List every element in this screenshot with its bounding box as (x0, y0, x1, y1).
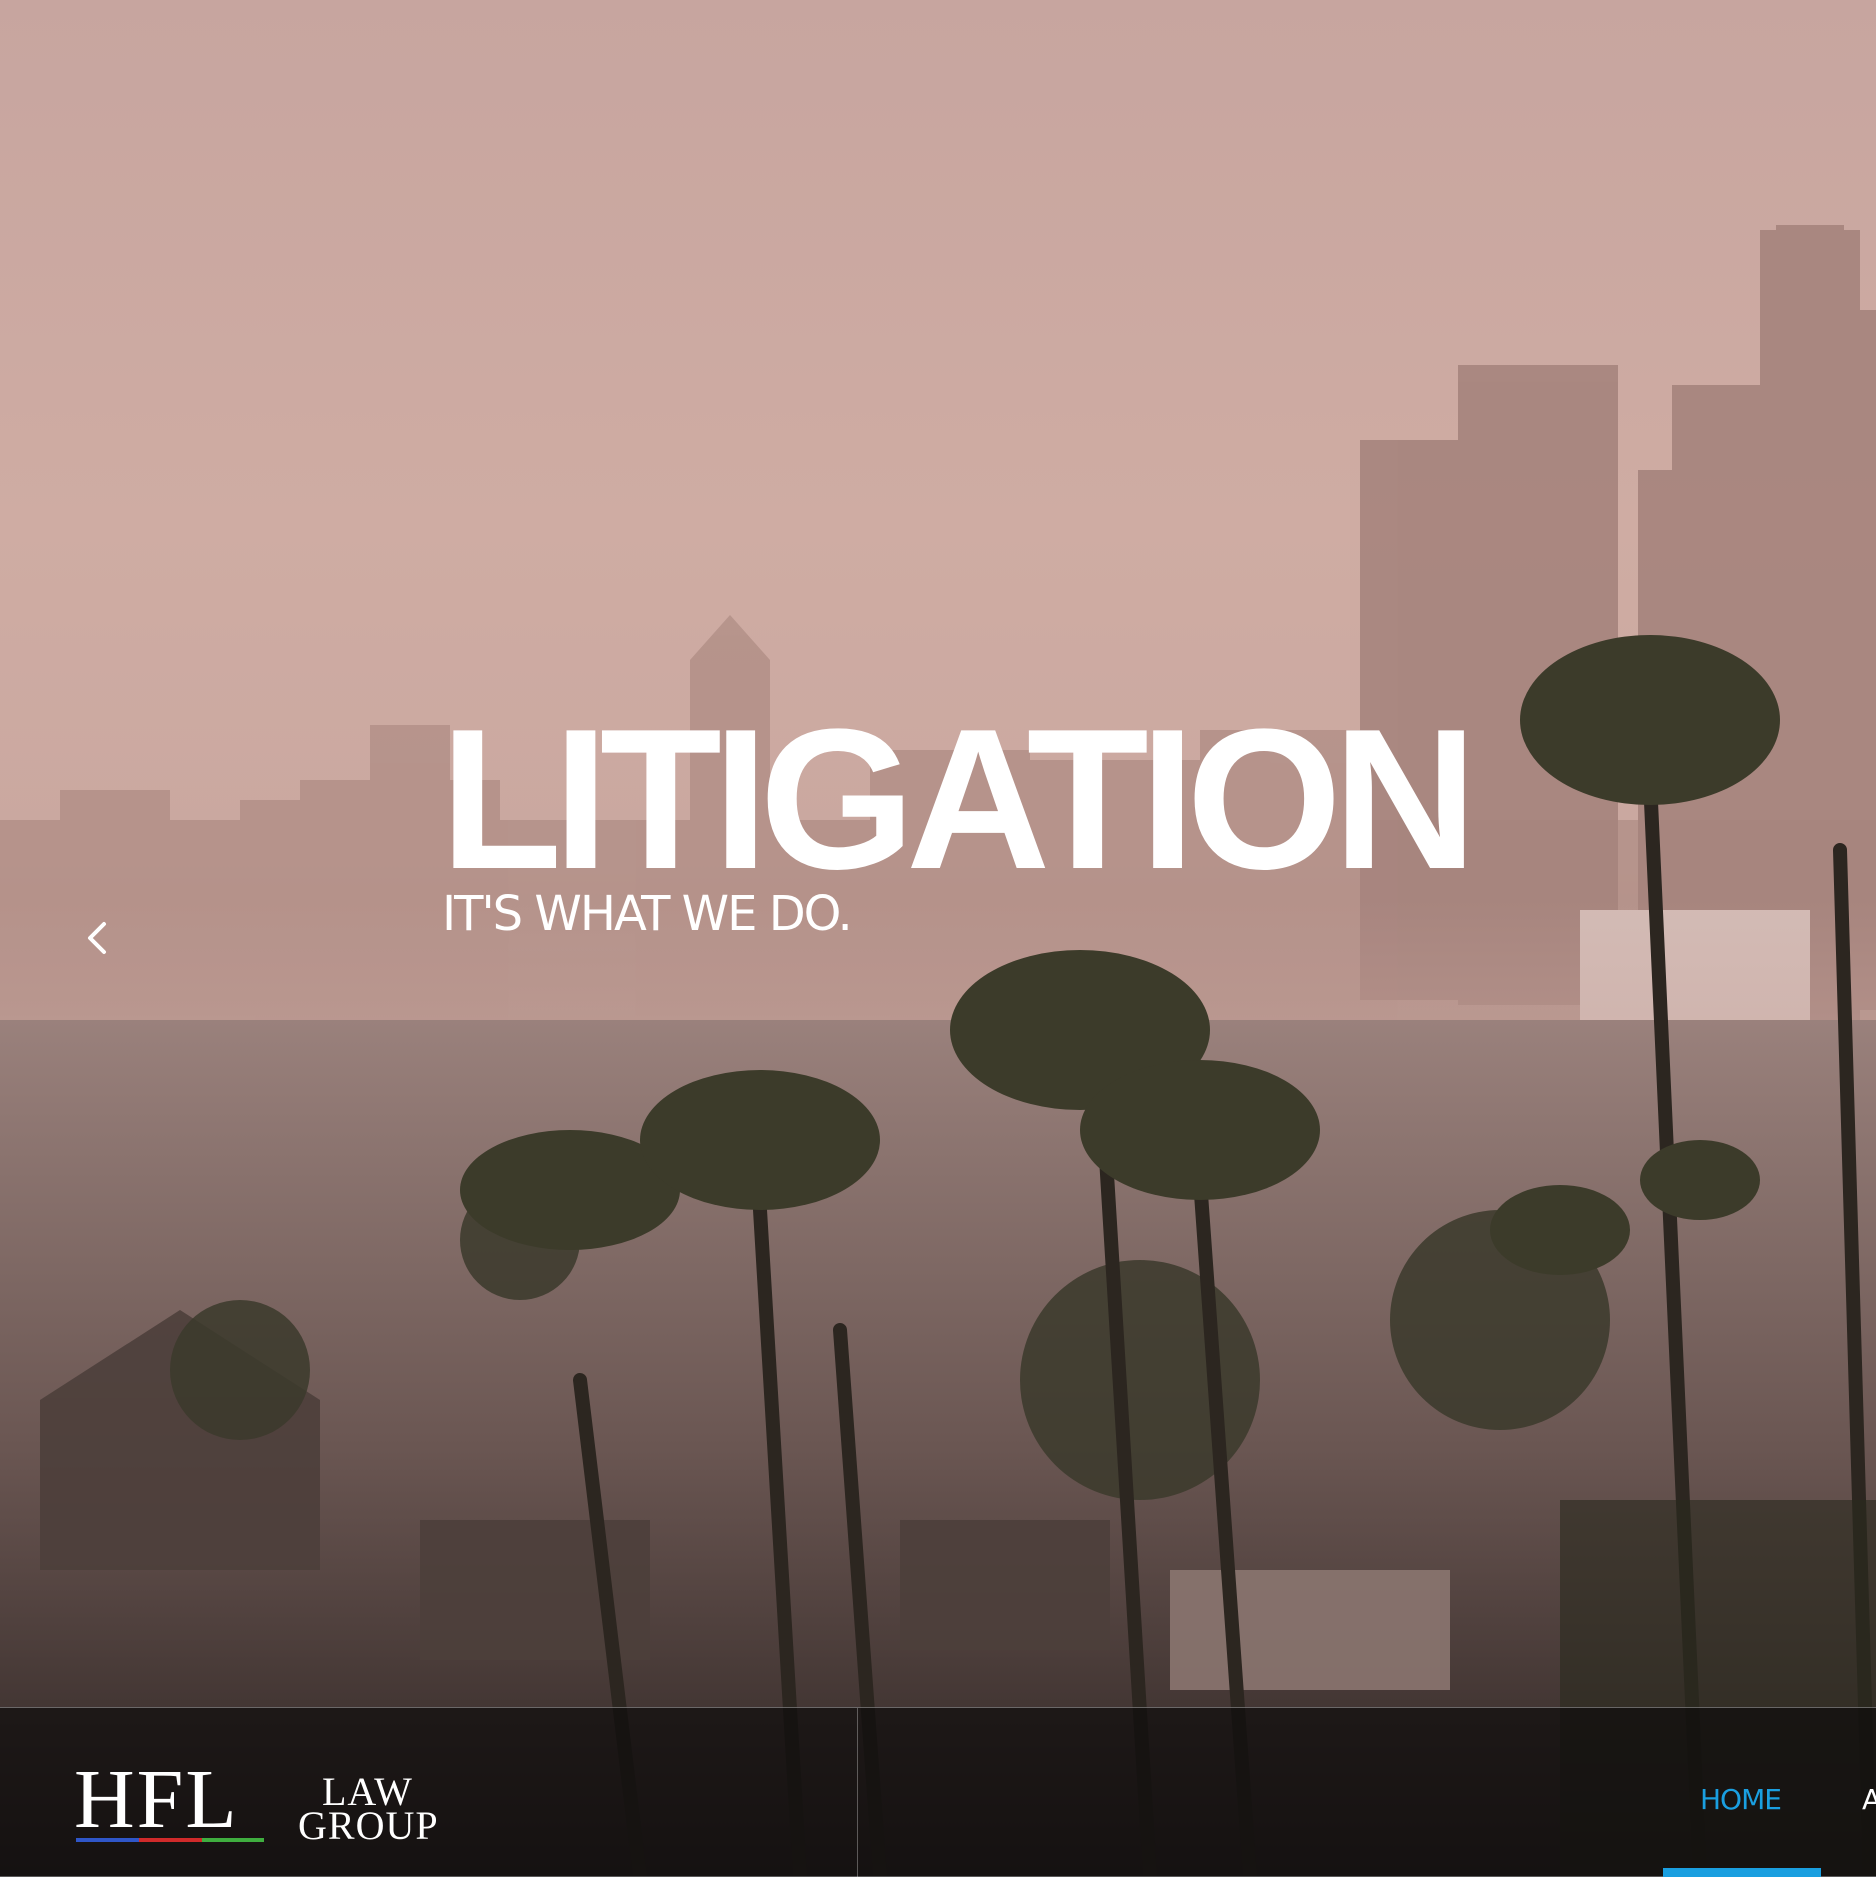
main-navbar: HFL LAW GROUP HOME A (0, 1707, 1876, 1877)
chevron-left-icon (88, 922, 106, 954)
hero-subtitle: IT'S WHAT WE DO. (442, 886, 853, 942)
logo-color-bar (76, 1838, 264, 1842)
hero-slider: LITIGATION IT'S WHAT WE DO. (0, 0, 1876, 1876)
slider-prev-button[interactable] (76, 910, 116, 966)
nav-item-next[interactable]: A (1862, 1784, 1876, 1816)
logo-text-group: GROUP (298, 1803, 439, 1848)
site-logo[interactable]: HFL LAW GROUP (74, 1758, 454, 1848)
nav-divider (857, 1708, 858, 1877)
logo-mark: HFL (74, 1753, 239, 1846)
hero-background-image (0, 225, 1876, 1876)
hero-title: LITIGATION (440, 688, 1477, 911)
nav-item-home[interactable]: HOME (1700, 1784, 1782, 1816)
